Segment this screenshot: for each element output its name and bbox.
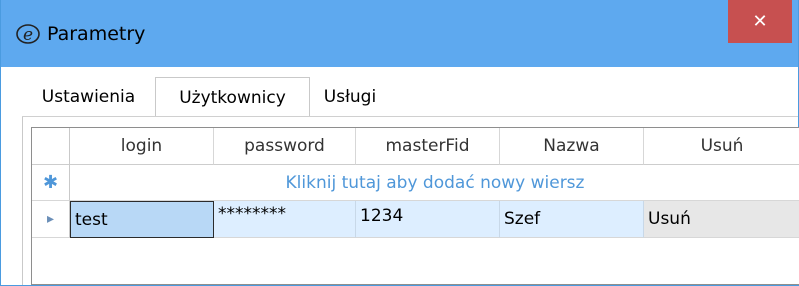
column-header-password[interactable]: password [214, 128, 356, 165]
column-header-nazwa[interactable]: Nazwa [500, 128, 644, 165]
tab-uzytkownicy[interactable]: Użytkownicy [155, 77, 310, 117]
cell-masterfid[interactable]: 1234 [356, 201, 500, 238]
delete-row-button[interactable]: Usuń [644, 201, 799, 238]
column-header-login[interactable]: login [70, 128, 214, 165]
users-grid[interactable]: login password masterFid Nazwa Usuń ✱ Kl… [31, 127, 799, 285]
add-new-row-prompt[interactable]: Kliknij tutaj aby dodać nowy wiersz [70, 165, 799, 201]
tab-bar: Ustawienia Użytkownicy Usługi [22, 77, 798, 117]
window-content: Ustawienia Użytkownicy Usługi login pass… [1, 67, 799, 285]
cell-password[interactable]: ******** [214, 201, 356, 238]
close-button[interactable]: ✕ [728, 0, 792, 43]
column-header-masterfid[interactable]: masterFid [356, 128, 500, 165]
tab-ustawienia[interactable]: Ustawienia [22, 77, 155, 117]
grid-corner-header [32, 128, 70, 165]
current-row-indicator-icon[interactable]: ▸ [32, 201, 70, 238]
parametry-window: e Parametry ✕ Ustawienia Użytkownicy Usł… [0, 0, 799, 286]
svg-text:e: e [23, 25, 33, 45]
new-row-icon: ✱ [32, 165, 70, 201]
cell-nazwa[interactable]: Szef [500, 201, 644, 238]
column-header-usun[interactable]: Usuń [644, 128, 799, 165]
tab-panel-uzytkownicy: login password masterFid Nazwa Usuń ✱ Kl… [22, 117, 799, 285]
title-bar[interactable]: e Parametry ✕ [1, 0, 798, 67]
cell-login[interactable]: test [70, 201, 214, 238]
tab-uslugi[interactable]: Usługi [310, 77, 390, 117]
window-title: Parametry [47, 23, 146, 45]
app-logo-icon: e [16, 24, 40, 45]
